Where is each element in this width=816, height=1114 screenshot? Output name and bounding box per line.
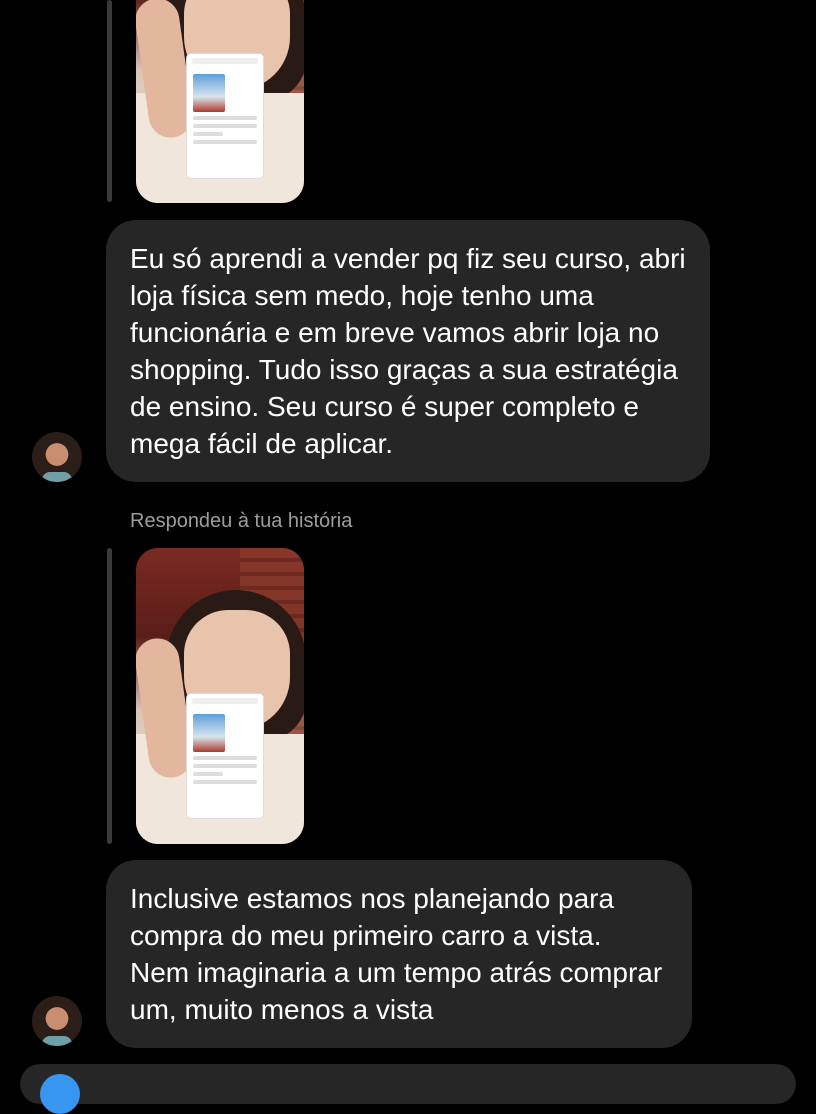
story-phone-screenshot	[187, 54, 263, 178]
message-text: Eu só aprendi a vender pq fiz seu curso,…	[130, 243, 686, 459]
message-text: Inclusive estamos nos planejando para co…	[130, 883, 663, 1025]
reply-indicator-bar	[107, 548, 112, 844]
reply-label: Respondeu à tua história	[130, 510, 353, 532]
message-bubble[interactable]: Inclusive estamos nos planejando para co…	[106, 860, 692, 1048]
story-thumbnail[interactable]	[136, 0, 304, 203]
message-composer[interactable]	[20, 1064, 796, 1114]
message-bubble[interactable]: Eu só aprendi a vender pq fiz seu curso,…	[106, 220, 710, 482]
avatar[interactable]	[32, 432, 82, 482]
camera-icon[interactable]	[40, 1074, 80, 1114]
story-thumbnail[interactable]	[136, 548, 304, 844]
reply-indicator-bar	[107, 0, 112, 202]
avatar[interactable]	[32, 996, 82, 1046]
story-phone-screenshot	[187, 694, 263, 818]
